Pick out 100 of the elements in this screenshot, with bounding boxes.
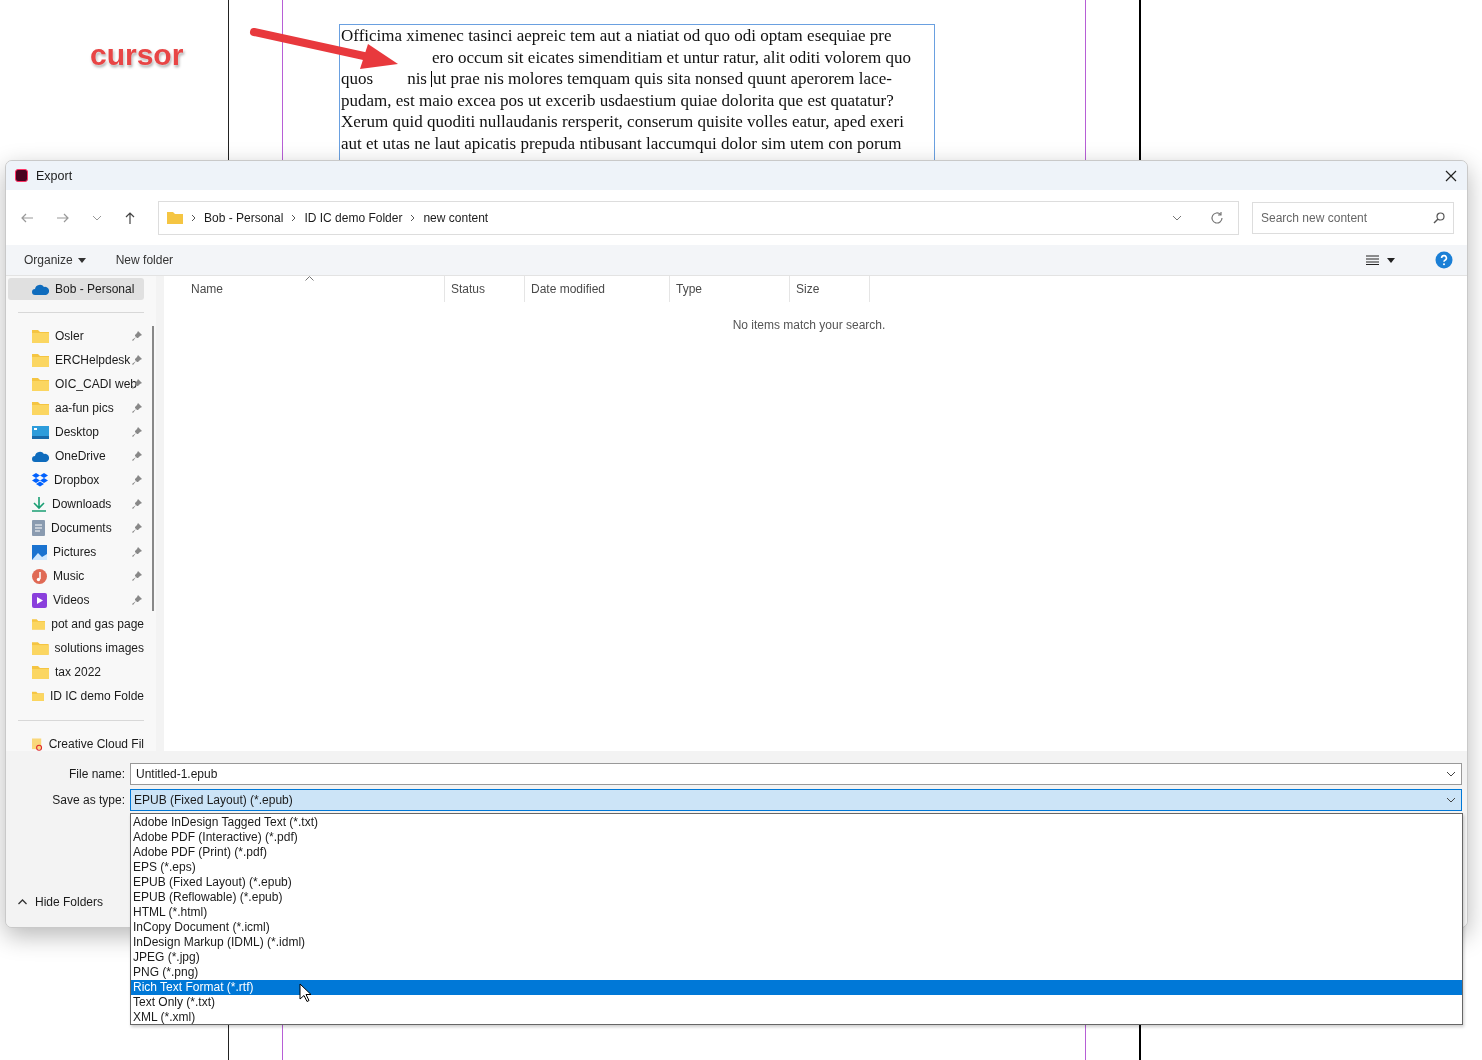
document-icon [32,520,45,536]
chevron-down-icon[interactable] [1172,214,1182,221]
chevron-down-icon[interactable] [1446,797,1456,803]
dropdown-option[interactable]: InCopy Document (*.icml) [131,920,1462,935]
column-header[interactable]: Type [670,276,790,302]
column-header[interactable]: Date modified [525,276,670,302]
sidebar-item[interactable]: OneDrive [8,444,144,468]
sidebar-item[interactable]: OIC_CADI web [8,372,144,396]
pin-icon [132,475,142,485]
sidebar-item[interactable]: Videos [8,588,144,612]
body-text: Xerum quid quoditi nullaudanis rersperit, conserum quisite volles eatur, aped exeri [341,112,904,131]
field-label: Save as type: [51,793,126,807]
folder-icon [32,665,49,679]
sidebar-item[interactable]: Pictures [8,540,144,564]
dropdown-option[interactable]: Text Only (*.txt) [131,995,1462,1010]
sidebar-item[interactable]: Creative Cloud Fil [8,732,144,756]
folder-icon [32,377,49,391]
sidebar-item[interactable]: Osler [8,324,144,348]
list-view-icon[interactable] [1366,255,1379,265]
hide-folders-button[interactable]: Hide Folders [18,895,104,909]
dropdown-option[interactable]: JPEG (*.jpg) [131,950,1462,965]
body-text: ero occum sit eicates simenditiam et untur ratur, alit oditi volorem quo [432,47,911,67]
column-header[interactable]: Status [445,276,525,302]
body-text: nis [407,69,427,88]
sidebar-item[interactable]: Documents [8,516,144,540]
annotation-label: cursor [90,38,184,72]
caret-icon[interactable] [1387,257,1395,263]
new-folder-button[interactable]: New folder [115,253,174,267]
folder-icon [32,329,49,343]
breadcrumb-item[interactable]: new content [423,210,489,225]
pin-icon [132,403,142,413]
pin-icon [132,523,142,533]
organize-button[interactable]: Organize [24,253,86,267]
help-icon[interactable] [1435,251,1453,269]
dropdown-option[interactable]: PNG (*.png) [131,965,1462,980]
pin-icon [132,451,142,461]
sort-caret-icon [305,276,314,281]
pin-icon [132,547,142,557]
dropbox-icon [32,473,48,487]
chevron-up-icon[interactable] [18,899,27,905]
forward-arrow-icon[interactable] [56,211,70,224]
folder-icon [32,401,49,415]
save-as-type-dropdown[interactable]: EPUB (Fixed Layout) (*.epub) [130,789,1462,811]
breadcrumb-item[interactable]: Bob - Personal [204,210,284,225]
window-title: Export [36,168,74,183]
sidebar-item[interactable]: ERCHelpdesk [8,348,144,372]
pin-icon [132,355,142,365]
sidebar-item[interactable]: tax 2022 [8,660,144,684]
dropdown-option[interactable]: XML (*.xml) [131,1010,1462,1025]
dropdown-option[interactable]: EPUB (Reflowable) (*.epub) [131,890,1462,905]
sidebar-item[interactable]: Music [8,564,144,588]
chevron-right-icon [291,213,297,222]
pin-icon [132,571,142,581]
pin-icon [132,427,142,437]
breadcrumb-item[interactable]: ID IC demo Folder [304,210,403,225]
desktop-icon [32,425,49,439]
pin-icon [132,595,142,605]
sidebar-item[interactable]: pot and gas page [8,612,144,636]
refresh-icon[interactable] [1210,210,1224,225]
download-icon [32,496,46,512]
field-label: File name: [67,767,126,781]
folder-icon [32,689,44,703]
sidebar-item[interactable]: Dropbox [8,468,144,492]
sidebar-item[interactable]: Downloads [8,492,144,516]
column-header[interactable]: Size [790,276,870,302]
folder-icon [32,641,49,655]
video-icon [32,592,47,608]
address-bar[interactable]: Bob - Personal ID IC demo Folder new content [158,200,1239,235]
sidebar-item[interactable]: Desktop [8,420,144,444]
pin-icon [132,499,142,509]
chevron-right-icon [410,213,416,222]
sidebar-item[interactable]: Bob - Personal [8,278,144,300]
dropdown-option[interactable]: EPUB (Fixed Layout) (*.epub) [131,875,1462,890]
search-field[interactable]: Search new content [1252,201,1454,234]
folder-icon [167,211,183,224]
dropdown-option[interactable]: Rich Text Format (*.rtf) [131,980,1462,995]
dropdown-option[interactable]: Adobe InDesign Tagged Text (*.txt) [131,815,1462,830]
back-arrow-icon[interactable] [20,211,34,224]
dropdown-option[interactable]: HTML (*.html) [131,905,1462,920]
up-arrow-icon[interactable] [124,210,136,225]
empty-message: No items match your search. [731,318,887,332]
dropdown-option[interactable]: Adobe PDF (Interactive) (*.pdf) [131,830,1462,845]
file-name-field[interactable]: Untitled-1.epub [130,763,1462,785]
close-icon[interactable] [1445,169,1457,182]
caret-icon[interactable] [77,257,86,263]
cloud-icon [32,450,49,462]
sidebar-item[interactable]: ID IC demo Folde [8,684,144,708]
dropdown-option[interactable]: EPS (*.eps) [131,860,1462,875]
dropdown-option[interactable]: InDesign Markup (IDML) (*.idml) [131,935,1462,950]
body-text: Officima ximenec tasinci aepreic tem aut a niatiat od quo odi optam esequiae pre [341,26,892,45]
search-icon[interactable] [1433,211,1445,224]
chevron-down-icon[interactable] [1446,771,1456,777]
sidebar-item[interactable]: solutions images [8,636,144,660]
sidebar-item[interactable]: aa-fun pics [8,396,144,420]
column-header[interactable]: Name [185,276,445,302]
body-text: pudam, est maio excea pos ut excerib usdaestium quiae dolorita que est quatatur? [341,90,894,110]
dropdown-option[interactable]: Adobe PDF (Print) (*.pdf) [131,845,1462,860]
folder-icon [32,617,46,631]
text-cursor [430,71,432,87]
body-text: ut prae nis molores temquam quis sita nonsed quunt aperorem lace- [432,69,892,88]
